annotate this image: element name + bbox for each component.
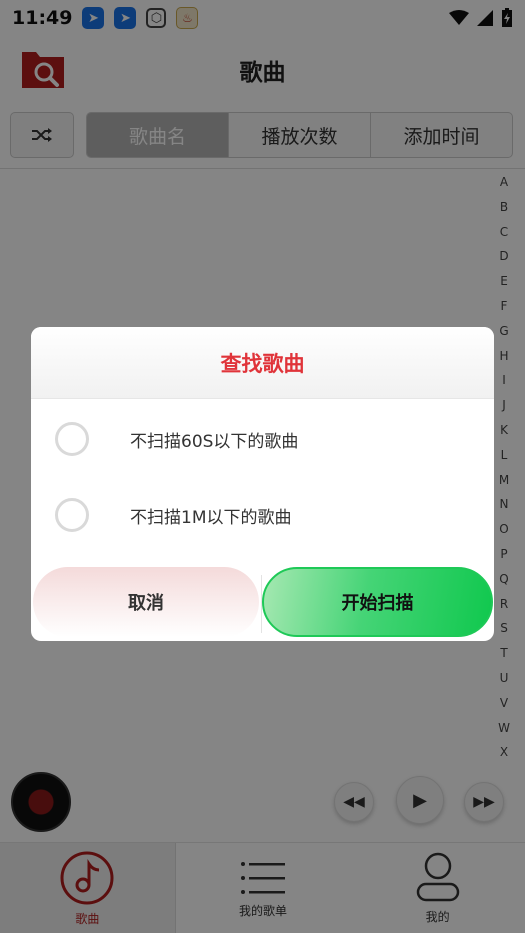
option-label: 不扫描1M以下的歌曲 [130, 507, 292, 528]
radio-button[interactable] [55, 422, 89, 456]
option-skip-under-1m[interactable]: 不扫描1M以下的歌曲 [31, 485, 494, 545]
dialog-header: 查找歌曲 [31, 327, 494, 399]
option-skip-under-60s[interactable]: 不扫描60S以下的歌曲 [31, 409, 494, 469]
option-label: 不扫描60S以下的歌曲 [130, 431, 299, 452]
radio-button[interactable] [55, 498, 89, 532]
find-songs-dialog: 查找歌曲 不扫描60S以下的歌曲 不扫描1M以下的歌曲 取消 开始扫描 [31, 327, 494, 641]
cancel-button[interactable]: 取消 [33, 567, 259, 637]
dialog-title: 查找歌曲 [220, 351, 305, 376]
start-scan-button[interactable]: 开始扫描 [262, 567, 493, 637]
